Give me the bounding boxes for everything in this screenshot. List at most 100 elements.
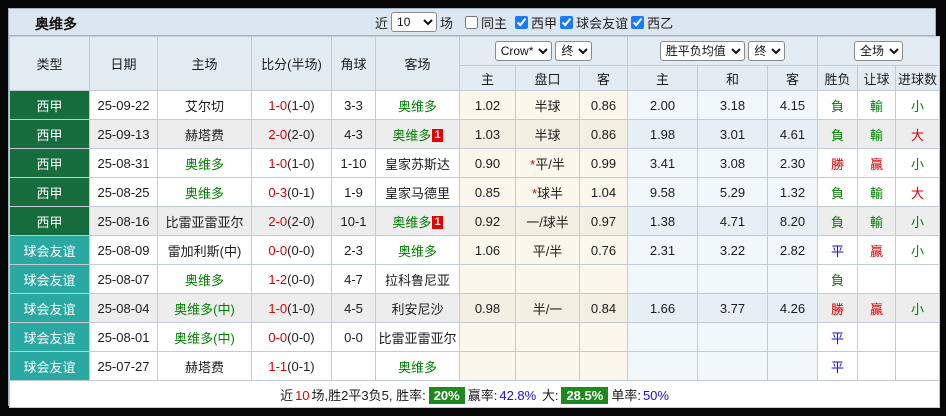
cell-handicap: *球半 [516, 178, 580, 207]
cell-goals: 小 [896, 149, 940, 178]
cell-score: 2-0(2-0) [252, 120, 332, 149]
cell-date: 25-07-27 [90, 352, 158, 381]
cell-odds-home [460, 265, 516, 294]
cell-date: 25-09-13 [90, 120, 158, 149]
cell-score: 0-0(0-0) [252, 236, 332, 265]
cell-corners: 1-10 [332, 149, 376, 178]
header-away: 客场 [376, 37, 460, 91]
cell-avg-draw: 3.18 [698, 91, 768, 120]
cell-result: 負 [818, 120, 858, 149]
summary-text: 单率: [611, 388, 641, 403]
summary-text: 赢率: [468, 388, 498, 403]
cell-goals [896, 323, 940, 352]
cell-avg-draw: 3.77 [698, 294, 768, 323]
cell-league-type: 球会友谊 [10, 265, 90, 294]
cell-score: 0-0(0-0) [252, 323, 332, 352]
match-row: 西甲25-08-25奥维多0-3(0-1)1-9皇家马德里0.85*球半1.04… [10, 178, 940, 207]
stats-panel: 奥维多 近 10 场 同主 西甲 球会友谊 西乙 类型 日期 [8, 8, 936, 406]
cell-handicap-result: 輸 [858, 120, 896, 149]
match-row: 球会友谊25-08-01奥维多(中)0-0(0-0)0-0比雷亚雷亚尔平 [10, 323, 940, 352]
cell-odds-home: 1.03 [460, 120, 516, 149]
header-avg-away: 客 [768, 66, 818, 91]
filter-club-friendly-label: 球会友谊 [576, 13, 628, 32]
cell-avg-away: 4.61 [768, 120, 818, 149]
cell-result: 平 [818, 352, 858, 381]
summary-text: 大: [538, 388, 558, 403]
cell-result: 負 [818, 265, 858, 294]
header-score: 比分(半场) [252, 37, 332, 91]
cell-corners: 3-3 [332, 91, 376, 120]
cell-avg-draw: 4.71 [698, 207, 768, 236]
cell-away-team: 皇家苏斯达 [376, 149, 460, 178]
cell-date: 25-08-31 [90, 149, 158, 178]
cell-home-team: 赫塔费 [158, 120, 252, 149]
summary-text: 近 [280, 388, 293, 403]
cell-league-type: 球会友谊 [10, 352, 90, 381]
cell-goals [896, 265, 940, 294]
odds-stage-select[interactable]: 终 [555, 41, 592, 61]
match-row: 西甲25-08-16比雷亚雷亚尔2-0(2-0)10-1奥维多10.92一/球半… [10, 207, 940, 236]
cell-away-team: 奥维多1 [376, 120, 460, 149]
same-home-label: 同主 [481, 13, 507, 32]
cell-away-team: 比雷亚雷亚尔 [376, 323, 460, 352]
cell-league-type: 球会友谊 [10, 236, 90, 265]
cell-away-team: 奥维多 [376, 236, 460, 265]
cell-avg-away: 8.20 [768, 207, 818, 236]
cell-corners: 4-7 [332, 265, 376, 294]
cell-home-team: 奥维多(中) [158, 323, 252, 352]
summary-text: 场,胜2平3负5, 胜率: [312, 388, 426, 403]
same-home-checkbox[interactable] [465, 16, 478, 29]
cell-away-team: 奥维多 [376, 352, 460, 381]
cell-odds-home: 0.98 [460, 294, 516, 323]
cell-handicap-result: 贏 [858, 236, 896, 265]
filter-laliga2-checkbox[interactable] [631, 16, 644, 29]
matches-table: 类型 日期 主场 比分(半场) 角球 客场 Crow* 终 胜平负均值 终 全场 [9, 36, 940, 408]
scope-select[interactable]: 全场 [854, 41, 903, 61]
cell-avg-draw: 3.08 [698, 149, 768, 178]
cell-result: 負 [818, 207, 858, 236]
match-count-select[interactable]: 10 [391, 12, 437, 32]
avg-group-header: 胜平负均值 终 [628, 37, 818, 66]
cell-corners: 4-3 [332, 120, 376, 149]
cell-handicap-result: 贏 [858, 294, 896, 323]
team-title: 奥维多 [35, 14, 77, 34]
header-result: 胜负 [818, 66, 858, 91]
cell-date: 25-08-04 [90, 294, 158, 323]
cell-odds-away [580, 352, 628, 381]
cell-date: 25-08-09 [90, 236, 158, 265]
cell-handicap: 一/球半 [516, 207, 580, 236]
header-corner: 角球 [332, 37, 376, 91]
cell-corners: 0-0 [332, 323, 376, 352]
filter-laliga2-label: 西乙 [647, 13, 673, 32]
cell-avg-draw: 3.22 [698, 236, 768, 265]
cell-avg-draw: 3.01 [698, 120, 768, 149]
header-odds-away: 客 [580, 66, 628, 91]
cell-league-type: 球会友谊 [10, 294, 90, 323]
header-handicap: 盘口 [516, 66, 580, 91]
cell-odds-away: 0.84 [580, 294, 628, 323]
cell-score: 1-0(1-0) [252, 149, 332, 178]
cell-handicap-result: 輸 [858, 178, 896, 207]
cell-avg-draw [698, 265, 768, 294]
avg-type-select[interactable]: 胜平负均值 [660, 41, 745, 61]
cell-home-team: 艾尔切 [158, 91, 252, 120]
title-bar: 奥维多 近 10 场 同主 西甲 球会友谊 西乙 [9, 9, 935, 36]
bookmaker-select[interactable]: Crow* [495, 41, 552, 61]
cell-goals: 小 [896, 207, 940, 236]
cell-home-team: 奥维多 [158, 265, 252, 294]
cell-avg-away [768, 323, 818, 352]
cell-goals [896, 352, 940, 381]
summary-pct-badge: 28.5% [561, 387, 608, 404]
avg-stage-select[interactable]: 终 [748, 41, 785, 61]
filter-laliga-label: 西甲 [531, 13, 557, 32]
header-goals: 进球数 [896, 66, 940, 91]
cell-goals: 小 [896, 91, 940, 120]
scope-group-header: 全场 [818, 37, 940, 66]
cell-score: 1-0(1-0) [252, 91, 332, 120]
filter-laliga-checkbox[interactable] [515, 16, 528, 29]
filter-club-friendly-checkbox[interactable] [560, 16, 573, 29]
cell-avg-home [628, 323, 698, 352]
cell-handicap-result: 輸 [858, 207, 896, 236]
summary-text: 50% [643, 388, 669, 403]
cell-avg-draw [698, 323, 768, 352]
